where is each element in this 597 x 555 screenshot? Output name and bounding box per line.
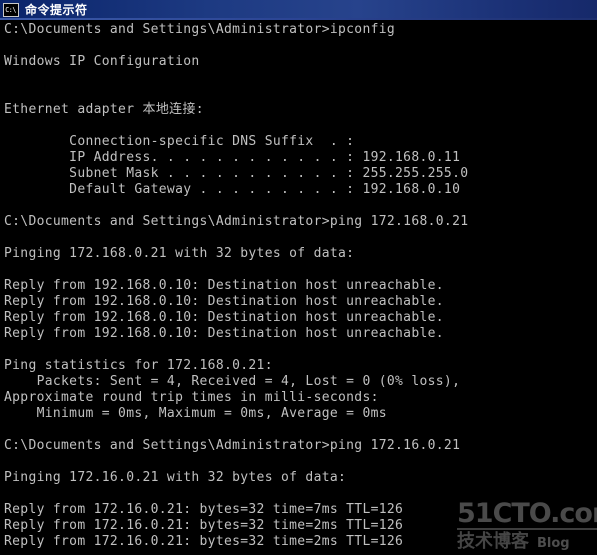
command-prompt-icon-glyph: C:\ xyxy=(5,5,17,14)
console-line: Subnet Mask . . . . . . . . . . . : 255.… xyxy=(4,166,469,181)
console-line: Packets: Sent = 4, Received = 4, Lost = … xyxy=(4,374,461,389)
command-prompt-icon[interactable]: C:\ xyxy=(3,3,19,17)
console-line: Windows IP Configuration xyxy=(4,54,200,69)
console-line: Default Gateway . . . . . . . . . : 192.… xyxy=(4,182,461,197)
console-line-list: C:\Documents and Settings\Administrator>… xyxy=(1,22,597,550)
window-title: 命令提示符 xyxy=(25,3,88,17)
console-line: Reply from 192.168.0.10: Destination hos… xyxy=(4,326,444,341)
console-line: C:\Documents and Settings\Administrator>… xyxy=(4,214,469,229)
console-line: IP Address. . . . . . . . . . . . : 192.… xyxy=(4,150,461,165)
console-line: Ethernet adapter 本地连接: xyxy=(4,102,204,117)
console-line: Reply from 172.16.0.21: bytes=32 time=2m… xyxy=(4,534,404,549)
console-line: Reply from 192.168.0.10: Destination hos… xyxy=(4,294,444,309)
console-line: Reply from 172.16.0.21: bytes=32 time=2m… xyxy=(4,518,404,533)
console-line: Pinging 172.168.0.21 with 32 bytes of da… xyxy=(4,246,355,261)
console-line: Reply from 192.168.0.10: Destination hos… xyxy=(4,278,444,293)
command-prompt-window: C:\ 命令提示符 C:\Documents and Settings\Admi… xyxy=(0,0,597,555)
console-line: Ping statistics for 172.168.0.21: xyxy=(4,358,273,373)
console-output-area[interactable]: C:\Documents and Settings\Administrator>… xyxy=(0,20,597,555)
window-titlebar[interactable]: C:\ 命令提示符 xyxy=(0,0,597,20)
console-line: C:\Documents and Settings\Administrator>… xyxy=(4,438,461,453)
console-line: Pinging 172.16.0.21 with 32 bytes of dat… xyxy=(4,470,347,485)
console-line: Reply from 172.16.0.21: bytes=32 time=7m… xyxy=(4,502,404,517)
console-line: Minimum = 0ms, Maximum = 0ms, Average = … xyxy=(4,406,387,421)
console-line: Approximate round trip times in milli-se… xyxy=(4,390,379,405)
console-line: Connection-specific DNS Suffix . : xyxy=(4,134,355,149)
console-line: C:\Documents and Settings\Administrator>… xyxy=(4,22,396,37)
console-line: Reply from 192.168.0.10: Destination hos… xyxy=(4,310,444,325)
